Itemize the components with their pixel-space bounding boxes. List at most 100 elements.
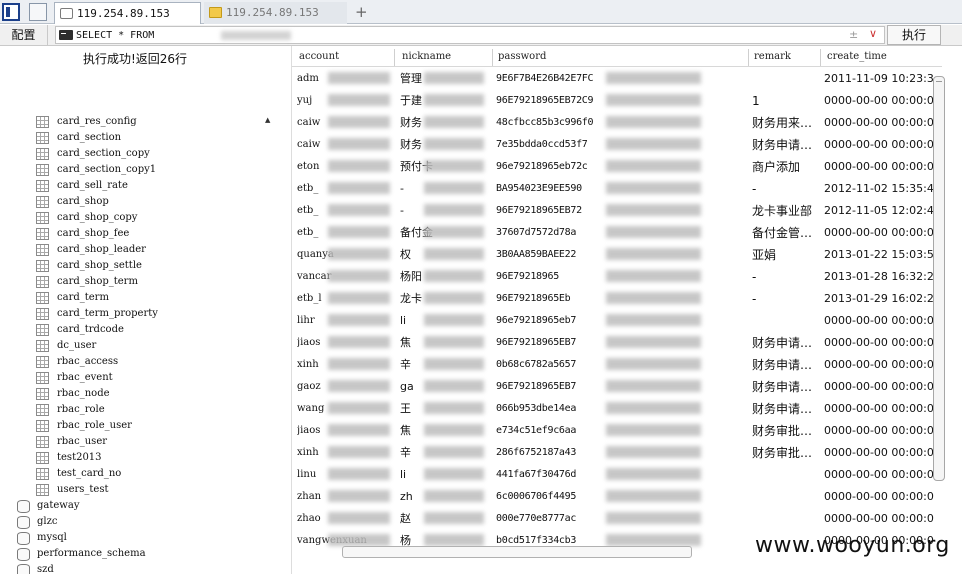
- cell-create_time[interactable]: 0000-00-00 00:00:0: [824, 512, 942, 526]
- column-header[interactable]: create_time: [827, 51, 887, 62]
- sql-input[interactable]: [76, 27, 216, 43]
- cell-create_time[interactable]: 0000-00-00 00:00:0: [824, 226, 942, 240]
- plus-minus-icon[interactable]: ±: [849, 28, 858, 41]
- cell-create_time[interactable]: 0000-00-00 00:00:0: [824, 468, 942, 482]
- table-node[interactable]: card_term: [0, 290, 158, 306]
- table-node[interactable]: card_term_property: [0, 306, 158, 322]
- cell-remark[interactable]: [752, 512, 820, 526]
- table-node[interactable]: rbac_user: [0, 434, 158, 450]
- column-header[interactable]: account: [299, 51, 339, 62]
- cell-remark[interactable]: [752, 490, 820, 504]
- cell-remark[interactable]: 财务申请…: [752, 358, 820, 372]
- tab-connection-active[interactable]: 119.254.89.153: [54, 2, 201, 24]
- column-header[interactable]: password: [498, 51, 546, 62]
- table-node[interactable]: card_shop_term: [0, 274, 158, 290]
- table-row[interactable]: jiaos 焦 e734c51ef9c6aa 财务审批… 0000-00-00 00:0…: [292, 419, 942, 441]
- column-divider[interactable]: [492, 49, 493, 66]
- table-node[interactable]: rbac_role: [0, 402, 158, 418]
- table-row[interactable]: etb_ -96E79218965EB72 龙卡事业部 2012-11-05 12:0…: [292, 199, 942, 221]
- table-row[interactable]: jiaos 焦 96E79218965EB7 财务申请… 0000-00-00 00:0…: [292, 331, 942, 353]
- table-node[interactable]: card_shop: [0, 194, 158, 210]
- table-node[interactable]: card_shop_settle: [0, 258, 158, 274]
- table-row[interactable]: caiw 财务 48cfbcc85b3c996f0 财务用来… 0000-00-00 0…: [292, 111, 942, 133]
- table-node[interactable]: rbac_node: [0, 386, 158, 402]
- tab-connection-folder[interactable]: 119.254.89.153: [204, 2, 347, 24]
- table-node[interactable]: rbac_access: [0, 354, 158, 370]
- table-row[interactable]: gaoz ga 96E79218965EB7 财务申请… 0000-00-00 00:0…: [292, 375, 942, 397]
- cell-create_time[interactable]: 0000-00-00 00:00:0: [824, 116, 942, 130]
- column-divider[interactable]: [820, 49, 821, 66]
- table-row[interactable]: xinh 辛 0b68c6782a5657 财务申请… 0000-00-00 00:00…: [292, 353, 942, 375]
- database-node[interactable]: mysql: [0, 530, 158, 546]
- database-node[interactable]: glzc: [0, 514, 158, 530]
- cell-remark[interactable]: 财务申请…: [752, 402, 820, 416]
- table-node[interactable]: test_card_no: [0, 466, 158, 482]
- database-node[interactable]: szd: [0, 562, 158, 574]
- table-row[interactable]: etb_l 龙卡 96E79218965Eb -2013-01-29 16:02:2: [292, 287, 942, 309]
- tree-scrollbar[interactable]: ▲: [262, 114, 275, 574]
- cell-create_time[interactable]: 0000-00-00 00:00:0: [824, 314, 942, 328]
- layout-toggle-icon[interactable]: [2, 3, 20, 21]
- cell-create_time[interactable]: 2013-01-29 16:02:2: [824, 292, 942, 306]
- cell-create_time[interactable]: 2013-01-28 16:32:2: [824, 270, 942, 284]
- column-header[interactable]: remark: [754, 51, 791, 62]
- cell-create_time[interactable]: 0000-00-00 00:00:0: [824, 358, 942, 372]
- table-row[interactable]: etb_ 备付金 37607d7572d78a 备付金管… 0000-00-00 00:…: [292, 221, 942, 243]
- cell-create_time[interactable]: 2012-11-02 15:35:4: [824, 182, 942, 196]
- column-header[interactable]: nickname: [402, 51, 451, 62]
- cell-remark[interactable]: 财务申请…: [752, 336, 820, 350]
- cell-remark[interactable]: 财务审批…: [752, 424, 820, 438]
- table-row[interactable]: zhan zh 6c0006706f4495 0000-00-00 00:00:0: [292, 485, 942, 507]
- cell-remark[interactable]: 亚娟: [752, 248, 820, 262]
- table-node[interactable]: card_section_copy: [0, 146, 158, 162]
- table-row[interactable]: caiw 财务 7e35bdda0ccd53f7 财务申请… 0000-00-00 00…: [292, 133, 942, 155]
- table-node[interactable]: card_shop_leader: [0, 242, 158, 258]
- table-node[interactable]: rbac_role_user: [0, 418, 158, 434]
- cell-create_time[interactable]: 0000-00-00 00:00:0: [824, 490, 942, 504]
- column-divider[interactable]: [748, 49, 749, 66]
- cell-remark[interactable]: 财务申请…: [752, 380, 820, 394]
- cell-remark[interactable]: 财务用来…: [752, 116, 820, 130]
- cell-remark[interactable]: 商户添加: [752, 160, 820, 174]
- cell-remark[interactable]: 1: [752, 94, 820, 108]
- new-tab-button[interactable]: +: [355, 3, 368, 21]
- grid-vscrollbar[interactable]: [933, 76, 945, 481]
- cell-remark[interactable]: 备付金管…: [752, 226, 820, 240]
- table-row[interactable]: etb_ - BA954023E9EE590-2012-11-02 15:35:4: [292, 177, 942, 199]
- cell-create_time[interactable]: 0000-00-00 00:00:0: [824, 94, 942, 108]
- table-node[interactable]: card_trdcode: [0, 322, 158, 338]
- table-row[interactable]: linu li 441fa67f30476d 0000-00-00 00:00:0: [292, 463, 942, 485]
- cell-remark[interactable]: [752, 468, 820, 482]
- cell-create_time[interactable]: 2012-11-05 12:02:4: [824, 204, 942, 218]
- cell-remark[interactable]: 财务审批…: [752, 446, 820, 460]
- table-row[interactable]: vancar 杨阳 96E79218965-2013-01-28 16:32:2: [292, 265, 942, 287]
- execute-button[interactable]: 执行: [887, 25, 941, 45]
- column-divider[interactable]: [394, 49, 395, 66]
- database-node[interactable]: performance_schema: [0, 546, 158, 562]
- cell-remark[interactable]: [752, 72, 820, 86]
- scroll-up-icon[interactable]: ▲: [265, 116, 270, 124]
- grid-hscrollbar[interactable]: [342, 546, 692, 558]
- table-row[interactable]: wang 王 066b953dbe14ea 财务申请… 0000-00-00 00:00…: [292, 397, 942, 419]
- cell-remark[interactable]: 龙卡事业部: [752, 204, 820, 218]
- table-row[interactable]: zhao 赵 000e770e8777ac 0000-00-00 00:00:0: [292, 507, 942, 529]
- table-node[interactable]: card_section_copy1: [0, 162, 158, 178]
- table-row[interactable]: xinh 辛 286f6752187a43 财务审批… 0000-00-00 00:00…: [292, 441, 942, 463]
- table-node[interactable]: card_sell_rate: [0, 178, 158, 194]
- cell-create_time[interactable]: 0000-00-00 00:00:0: [824, 160, 942, 174]
- cell-create_time[interactable]: 0000-00-00 00:00:0: [824, 138, 942, 152]
- cell-create_time[interactable]: 0000-00-00 00:00:0: [824, 402, 942, 416]
- table-row[interactable]: yuj 于建 96E79218965EB72C9 1 0000-00-00 00:00:…: [292, 89, 942, 111]
- cell-create_time[interactable]: 2011-11-09 10:23:3: [824, 72, 942, 86]
- table-row[interactable]: quanya 权 3B0AA859BAEE22 亚娟 2013-01-22 15:03:…: [292, 243, 942, 265]
- table-node[interactable]: users_test: [0, 482, 158, 498]
- table-node[interactable]: dc_user: [0, 338, 158, 354]
- cell-create_time[interactable]: 0000-00-00 00:00:0: [824, 336, 942, 350]
- table-node[interactable]: card_shop_copy: [0, 210, 158, 226]
- cell-create_time[interactable]: 0000-00-00 00:00:0: [824, 424, 942, 438]
- table-node[interactable]: card_shop_fee: [0, 226, 158, 242]
- table-node[interactable]: rbac_event: [0, 370, 158, 386]
- split-view-icon[interactable]: [29, 3, 47, 21]
- table-row[interactable]: eton 预付卡 96e79218965eb72c 商户添加 0000-00-00 00…: [292, 155, 942, 177]
- config-button[interactable]: 配置: [0, 25, 48, 45]
